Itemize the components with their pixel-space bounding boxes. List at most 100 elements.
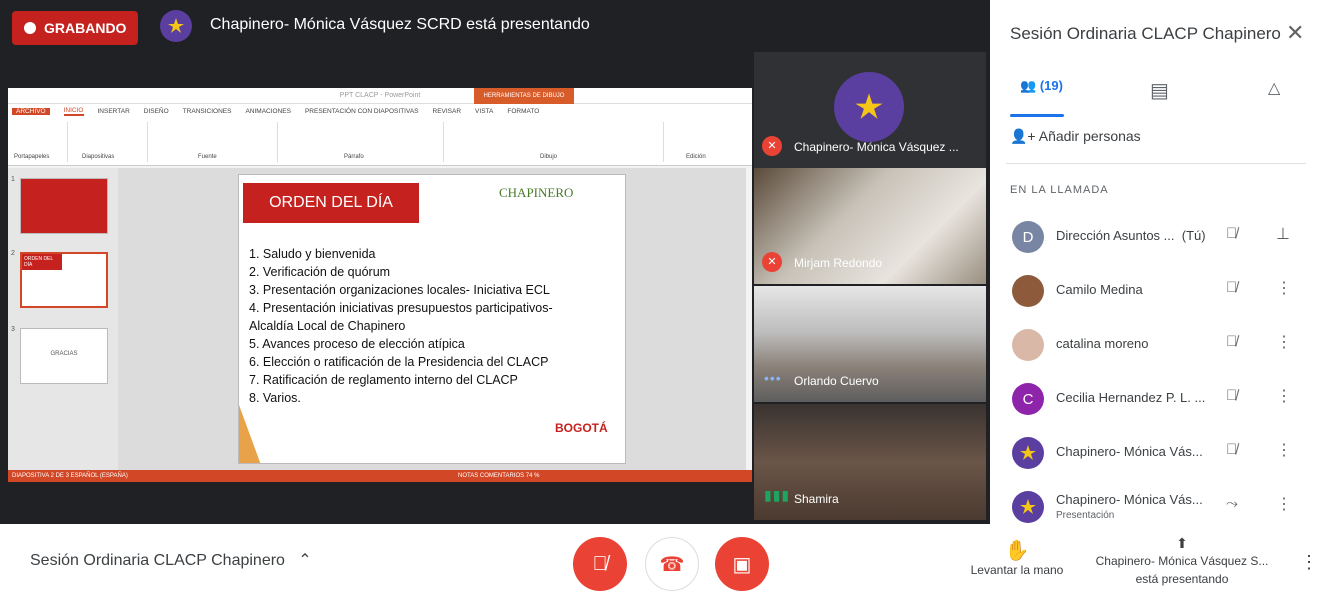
more-vert-icon[interactable]: ⋮ bbox=[1276, 278, 1292, 298]
bottom-bar: Sesión Ordinaria CLACP Chapinero ⌃ 🎙̸ ☎ … bbox=[0, 524, 1330, 594]
leave-call-button[interactable]: ☎ bbox=[645, 537, 699, 591]
participant-name: Chapinero- Mónica Vás... bbox=[1056, 492, 1203, 507]
tile-avatar bbox=[834, 72, 904, 142]
ppt-tab: FORMATO bbox=[507, 107, 540, 115]
video-tile[interactable]: ▮▮▮ Shamira bbox=[754, 404, 986, 520]
people-count: (19) bbox=[1039, 78, 1063, 93]
more-vert-icon[interactable]: ⋮ bbox=[1300, 552, 1318, 573]
tab-underline bbox=[1010, 114, 1064, 117]
shared-screen: PPT CLACP - PowerPoint HERRAMIENTAS DE D… bbox=[8, 88, 752, 520]
close-icon[interactable]: ✕ bbox=[1286, 20, 1304, 46]
ppt-tab: INICIO bbox=[63, 106, 84, 116]
ribbon-group: Párrafo bbox=[278, 122, 444, 162]
more-vert-icon[interactable]: ⋮ bbox=[1276, 440, 1292, 460]
add-people-label: Añadir personas bbox=[1038, 128, 1141, 144]
mic-off-icon: 🎙̸ bbox=[1226, 387, 1238, 404]
ppt-ribbon: Portapapeles Diapositivas Fuente Párrafo… bbox=[8, 118, 752, 166]
speaking-icon: ▮▮▮ bbox=[764, 487, 791, 503]
agenda-item: Alcaldía Local de Chapinero bbox=[249, 319, 406, 333]
record-dot-icon bbox=[24, 22, 36, 34]
mic-off-icon: ✕ bbox=[762, 136, 782, 156]
ppt-thumbnail-pane: 1 2 ORDEN DEL DÍA 3 GRACIAS bbox=[8, 168, 118, 470]
more-vert-icon[interactable]: ⋮ bbox=[1276, 386, 1292, 406]
raise-hand-button[interactable]: ✋ Levantar la mano bbox=[962, 538, 1072, 577]
camera-toggle-button[interactable]: ▣ bbox=[715, 537, 769, 591]
chat-icon[interactable]: ▤ bbox=[1150, 78, 1169, 103]
presenting-line1: Chapinero- Mónica Vásquez S... bbox=[1095, 554, 1269, 568]
presenting-line2: está presentando bbox=[1135, 572, 1229, 586]
in-call-heading: EN LA LLAMADA bbox=[1010, 184, 1109, 196]
camera-off-icon: ▣ bbox=[732, 553, 752, 576]
agenda-item: 1. Saludo y bienvenida bbox=[249, 247, 376, 261]
participant-row[interactable]: Camilo Medina 🎙̸ ⋮ bbox=[990, 264, 1330, 318]
screen-bottom-area bbox=[8, 482, 752, 520]
participant-name: Camilo Medina bbox=[1056, 282, 1143, 297]
mic-toggle-button[interactable]: 🎙̸ bbox=[573, 537, 627, 591]
meeting-details[interactable]: Sesión Ordinaria CLACP Chapinero ⌃ bbox=[30, 550, 312, 570]
participant-row[interactable]: Chapinero- Mónica Vás... 🎙̸ ⋮ bbox=[990, 426, 1330, 480]
participant-name: Dirección Asuntos ... (Tú) bbox=[1056, 228, 1206, 243]
present-icon: ⬆ bbox=[1176, 535, 1188, 551]
star-logo-icon bbox=[168, 18, 184, 33]
slide-thumbnail: GRACIAS bbox=[20, 328, 108, 384]
tile-name: Mirjam Redondo bbox=[794, 256, 883, 270]
tile-name: Shamira bbox=[794, 492, 839, 506]
ppt-tab: REVISAR bbox=[432, 107, 462, 115]
ribbon-group: Fuente bbox=[148, 122, 278, 162]
tile-name: Orlando Cuervo bbox=[794, 374, 879, 388]
ppt-status-bar: DIAPOSITIVA 2 DE 3 ESPAÑOL (ESPAÑA) NOTA… bbox=[8, 470, 752, 482]
star-logo-icon bbox=[1020, 445, 1036, 460]
meeting-name: Sesión Ordinaria CLACP Chapinero bbox=[30, 552, 285, 569]
divider bbox=[1006, 163, 1306, 164]
more-dots-icon: ••• bbox=[764, 370, 782, 386]
avatar bbox=[1012, 329, 1044, 361]
more-vert-icon[interactable]: ⋮ bbox=[1276, 332, 1292, 352]
participant-name: catalina moreno bbox=[1056, 336, 1149, 351]
ribbon-group: Portapapeles bbox=[10, 122, 68, 162]
slide-thumbnail bbox=[20, 178, 108, 234]
ppt-tab: ARCHIVO bbox=[12, 107, 50, 115]
activities-icon[interactable]: △ bbox=[1268, 78, 1280, 98]
video-tile[interactable]: ✕ Chapinero- Mónica Vásquez ... bbox=[754, 52, 986, 168]
panel-title: Sesión Ordinaria CLACP Chapinero bbox=[1010, 24, 1281, 43]
video-tile[interactable]: ••• Orlando Cuervo bbox=[754, 286, 986, 402]
mic-off-icon: 🎙̸ bbox=[592, 552, 608, 575]
hand-icon: ✋ bbox=[1004, 540, 1030, 562]
ppt-slide-canvas: ORDEN DEL DÍA CHAPINERO 1. Saludo y bien… bbox=[118, 168, 746, 470]
participant-row[interactable]: catalina moreno 🎙̸ ⋮ bbox=[990, 318, 1330, 372]
mic-off-icon: 🎙̸ bbox=[1226, 225, 1238, 242]
bogota-logo: BOGOTÁ bbox=[555, 421, 608, 435]
tab-people[interactable]: 👥 (19) bbox=[1020, 78, 1063, 94]
star-logo-icon bbox=[1020, 499, 1036, 514]
presenter-avatar bbox=[160, 10, 192, 42]
ppt-tab: VISTA bbox=[475, 107, 494, 115]
ribbon-group: Diapositivas bbox=[68, 122, 148, 162]
participant-row[interactable]: C Cecilia Hernandez P. L. ... 🎙̸ ⋮ bbox=[990, 372, 1330, 426]
slide: ORDEN DEL DÍA CHAPINERO 1. Saludo y bien… bbox=[238, 174, 626, 464]
presenting-text: Chapinero- Mónica Vásquez SCRD está pres… bbox=[210, 16, 590, 33]
participant-name: Chapinero- Mónica Vás... bbox=[1056, 444, 1203, 459]
video-tile[interactable]: ✕ Mirjam Redondo bbox=[754, 168, 986, 284]
ppt-tab: DISEÑO bbox=[143, 107, 169, 115]
ppt-tab: ANIMACIONES bbox=[245, 107, 291, 115]
hang-up-icon: ☎ bbox=[659, 553, 685, 576]
agenda-item: 2. Verificación de quórum bbox=[249, 265, 391, 279]
participant-row[interactable]: D Dirección Asuntos ... (Tú) 🎙̸ ⊥ bbox=[990, 210, 1330, 264]
add-people-button[interactable]: 👤+ Añadir personas bbox=[1010, 128, 1141, 145]
people-panel: Sesión Ordinaria CLACP Chapinero ✕ 👥 (19… bbox=[990, 0, 1330, 524]
ppt-window-title: PPT CLACP - PowerPoint bbox=[8, 88, 752, 104]
chevron-up-icon: ⌃ bbox=[289, 552, 312, 569]
more-vert-icon[interactable]: ⋮ bbox=[1276, 494, 1292, 514]
pin-icon[interactable]: ⊥ bbox=[1276, 224, 1290, 244]
tile-name: Chapinero- Mónica Vásquez ... bbox=[794, 140, 959, 154]
people-icon: 👥 bbox=[1020, 78, 1037, 93]
ppt-tab: INSERTAR bbox=[97, 107, 130, 115]
agenda-list: 1. Saludo y bienvenida 2. Verificación d… bbox=[249, 245, 619, 407]
avatar bbox=[1012, 437, 1044, 469]
mic-off-icon: ✕ bbox=[762, 252, 782, 272]
ppt-drawing-tools-tab: HERRAMIENTAS DE DIBUJO bbox=[474, 88, 574, 104]
ribbon-group: Edición bbox=[686, 154, 706, 160]
presenting-status-button[interactable]: ⬆ Chapinero- Mónica Vásquez S... está pr… bbox=[1084, 534, 1280, 588]
ppt-ribbon-tabs: ARCHIVO INICIO INSERTAR DISEÑO TRANSICIO… bbox=[8, 104, 752, 118]
agenda-item: 7. Ratificación de reglamento interno de… bbox=[249, 373, 518, 387]
